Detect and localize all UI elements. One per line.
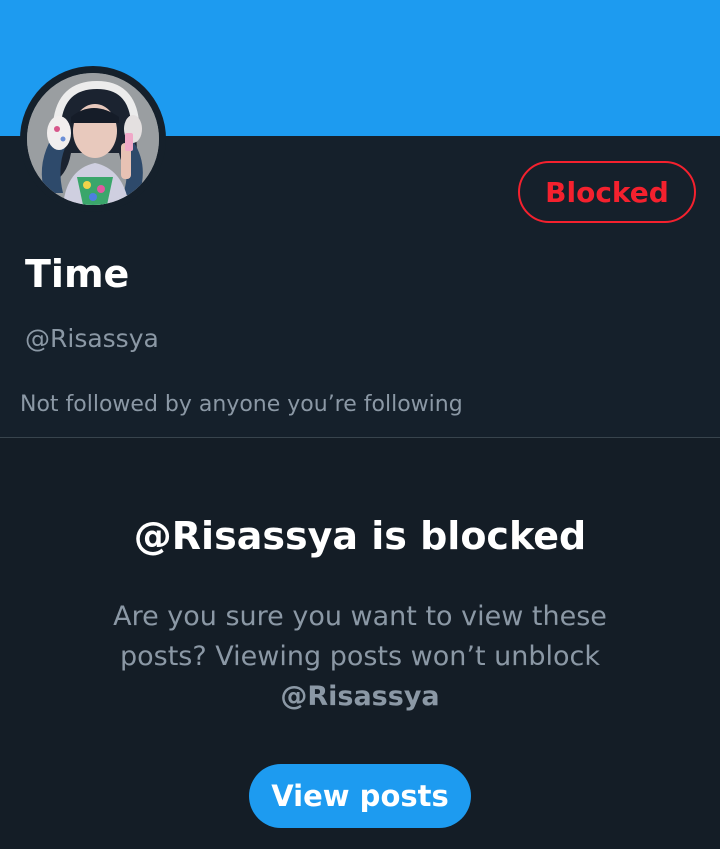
avatar-ring (20, 66, 166, 212)
blocked-notice-handle: @Risassya (280, 681, 440, 712)
profile-display-name: Time (25, 252, 130, 296)
blocked-notice-message: Are you sure you want to view these post… (100, 597, 620, 717)
blocked-button[interactable]: Blocked (518, 161, 696, 223)
view-posts-button[interactable]: View posts (249, 764, 471, 828)
blocked-notice-title: @Risassya is blocked (133, 514, 587, 558)
profile-handle: @Risassya (25, 324, 159, 353)
followed-by-text: Not followed by anyone you’re following (20, 392, 463, 417)
avatar-image (27, 73, 159, 205)
blocked-notice-message-text: Are you sure you want to view these post… (113, 601, 607, 672)
avatar[interactable] (27, 73, 159, 205)
